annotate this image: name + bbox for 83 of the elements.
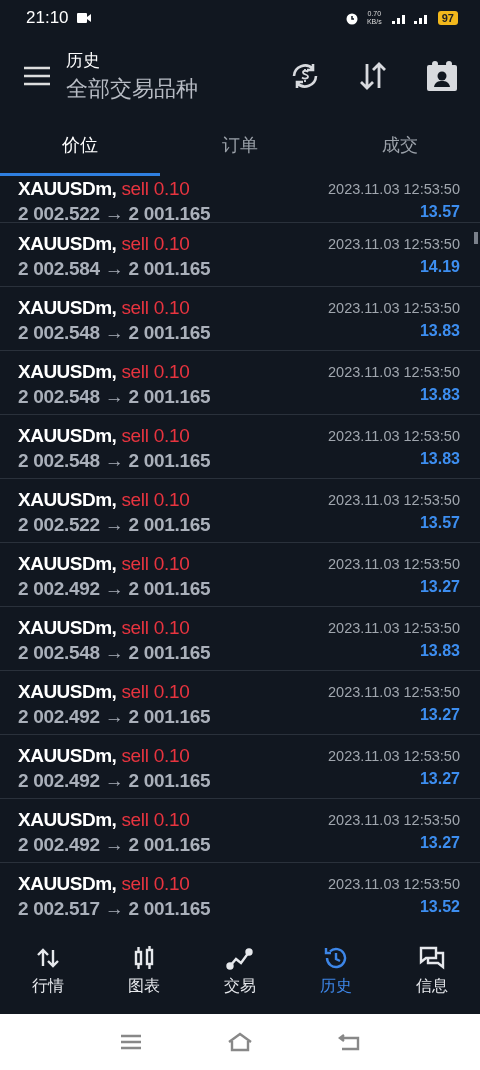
signal-icon <box>389 12 430 24</box>
scrollbar-thumb <box>474 232 478 244</box>
deal-prices: 2 002.548 → 2 001.165 <box>18 450 211 472</box>
deal-prices: 2 002.492 → 2 001.165 <box>18 706 211 728</box>
deal-time: 2023.11.03 12:53:50 <box>328 620 460 636</box>
deal-side-volume: sell 0.10 <box>121 297 190 319</box>
deal-symbol: XAUUSDm, <box>18 809 117 831</box>
deal-side-volume: sell 0.10 <box>121 809 190 831</box>
deal-time: 2023.11.03 12:53:50 <box>328 428 460 444</box>
deal-symbol: XAUUSDm, <box>18 425 117 447</box>
deal-symbol: XAUUSDm, <box>18 553 117 575</box>
home-icon[interactable] <box>227 1032 253 1052</box>
calendar-contact-button[interactable] <box>426 60 458 92</box>
deal-profit: 13.83 <box>419 322 460 340</box>
recents-icon[interactable] <box>120 1034 142 1050</box>
nav-tab[interactable]: 图表 <box>96 942 192 998</box>
nav-tab[interactable]: 历史 <box>288 942 384 998</box>
deal-prices: 2 002.492 → 2 001.165 <box>18 834 211 856</box>
deal-prices: 2 002.492 → 2 001.165 <box>18 578 211 600</box>
deal-profit: 13.83 <box>419 450 460 468</box>
deal-side-volume: sell 0.10 <box>121 873 190 895</box>
deal-time: 2023.11.03 12:53:50 <box>328 812 460 828</box>
nav-tab[interactable]: 行情 <box>0 942 96 998</box>
deal-time: 2023.11.03 12:53:50 <box>328 236 460 252</box>
deal-side-volume: sell 0.10 <box>121 178 190 200</box>
deal-symbol: XAUUSDm, <box>18 489 117 511</box>
deal-side-volume: sell 0.10 <box>121 745 190 767</box>
symbol-filter[interactable]: 全部交易品种 <box>66 73 198 104</box>
deal-profit: 13.27 <box>419 706 460 724</box>
nav-tab[interactable]: 交易 <box>192 942 288 998</box>
deal-profit: 13.57 <box>419 203 460 221</box>
tab[interactable]: 成交 <box>320 116 480 176</box>
deal-prices: 2 002.517 → 2 001.165 <box>18 898 211 920</box>
deal-prices: 2 002.548 → 2 001.165 <box>18 642 211 664</box>
nav-tab[interactable]: 信息 <box>384 942 480 998</box>
clock-time: 21:10 <box>26 8 69 28</box>
deal-side-volume: sell 0.10 <box>121 681 190 703</box>
deal-symbol: XAUUSDm, <box>18 233 117 255</box>
deal-time: 2023.11.03 12:53:50 <box>328 684 460 700</box>
alarm-icon <box>344 11 359 25</box>
deal-profit: 13.27 <box>419 834 460 852</box>
deal-prices: 2 002.548 → 2 001.165 <box>18 322 211 344</box>
deal-profit: 13.57 <box>419 514 460 532</box>
deal-side-volume: sell 0.10 <box>121 617 190 639</box>
deal-symbol: XAUUSDm, <box>18 681 117 703</box>
sort-button[interactable] <box>358 61 388 91</box>
deal-side-volume: sell 0.10 <box>121 489 190 511</box>
deal-time: 2023.11.03 12:53:50 <box>328 364 460 380</box>
tab[interactable]: 价位 <box>0 116 160 176</box>
deal-symbol: XAUUSDm, <box>18 361 117 383</box>
deal-side-volume: sell 0.10 <box>121 425 190 447</box>
deal-profit: 13.83 <box>419 386 460 404</box>
deal-side-volume: sell 0.10 <box>121 233 190 255</box>
deal-prices: 2 002.522 → 2 001.165 <box>18 514 211 536</box>
deal-prices: 2 002.584 → 2 001.165 <box>18 258 211 280</box>
deal-side-volume: sell 0.10 <box>121 553 190 575</box>
camera-icon <box>76 13 91 23</box>
deal-prices: 2 002.492 → 2 001.165 <box>18 770 211 792</box>
deal-time: 2023.11.03 12:53:50 <box>328 300 460 316</box>
menu-icon[interactable] <box>24 66 50 86</box>
back-icon[interactable] <box>338 1033 360 1051</box>
deal-profit: 13.52 <box>419 898 460 916</box>
deal-time: 2023.11.03 12:53:50 <box>328 748 460 764</box>
deal-side-volume: sell 0.10 <box>121 361 190 383</box>
tab[interactable]: 订单 <box>160 116 320 176</box>
deal-symbol: XAUUSDm, <box>18 178 117 200</box>
deal-prices: 2 002.522 → 2 001.165 <box>18 203 211 225</box>
deal-prices: 2 002.548 → 2 001.165 <box>18 386 211 408</box>
deal-profit: 13.27 <box>419 578 460 596</box>
deal-time: 2023.11.03 12:53:50 <box>328 181 460 197</box>
deal-profit: 14.19 <box>419 258 460 276</box>
currency-refresh-button[interactable] <box>290 61 320 91</box>
deal-symbol: XAUUSDm, <box>18 745 117 767</box>
page-title: 历史 <box>66 49 101 72</box>
deal-time: 2023.11.03 12:53:50 <box>328 492 460 508</box>
deal-symbol: XAUUSDm, <box>18 617 117 639</box>
deal-profit: 13.27 <box>419 770 460 788</box>
deal-profit: 13.83 <box>419 642 460 660</box>
deal-symbol: XAUUSDm, <box>18 297 117 319</box>
deal-time: 2023.11.03 12:53:50 <box>328 556 460 572</box>
deal-time: 2023.11.03 12:53:50 <box>328 876 460 892</box>
battery-level: 97 <box>437 11 458 25</box>
deal-symbol: XAUUSDm, <box>18 873 117 895</box>
